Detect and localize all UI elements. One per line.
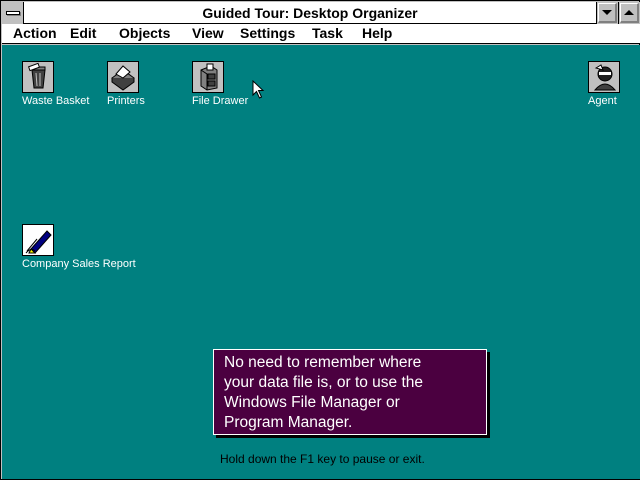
- tour-message-line: Windows File Manager or: [224, 394, 400, 411]
- menu-bar: Action Edit Objects View Settings Task H…: [2, 24, 640, 44]
- maximize-arrow-icon: [624, 10, 634, 15]
- minimize-arrow-icon: [602, 10, 612, 15]
- document-pen-icon: [22, 224, 54, 256]
- menu-action[interactable]: Action: [13, 24, 57, 43]
- menu-view[interactable]: View: [192, 24, 224, 43]
- tour-message-line: Program Manager.: [224, 414, 353, 431]
- agent-icon: [588, 61, 620, 93]
- minimize-button[interactable]: [596, 2, 618, 24]
- icon-label: Agent: [588, 95, 617, 107]
- menu-objects[interactable]: Objects: [119, 24, 170, 43]
- title-bar[interactable]: Guided Tour: Desktop Organizer: [2, 2, 640, 24]
- tour-message-line: your data file is, or to use the: [224, 374, 424, 391]
- desktop-area[interactable]: Waste Basket Printers File Drawer Agent …: [2, 45, 640, 479]
- system-menu-icon: [6, 11, 20, 15]
- icon-label: File Drawer: [192, 95, 249, 107]
- waste-basket-icon: [22, 61, 54, 93]
- icon-label: Waste Basket: [22, 95, 90, 107]
- icon-label: Company Sales Report: [22, 258, 136, 270]
- menu-help[interactable]: Help: [362, 24, 392, 43]
- tour-hint: Hold down the F1 key to pause or exit.: [220, 452, 425, 466]
- window-title: Guided Tour: Desktop Organizer: [202, 5, 418, 21]
- mouse-cursor-icon: [252, 80, 265, 99]
- system-menu-button[interactable]: [2, 2, 24, 24]
- maximize-button[interactable]: [618, 2, 640, 24]
- file-drawer-icon: [192, 61, 224, 93]
- menu-task[interactable]: Task: [312, 24, 343, 43]
- tour-message-box: No need to remember where your data file…: [213, 349, 487, 435]
- menu-edit[interactable]: Edit: [70, 24, 96, 43]
- printer-icon: [107, 61, 139, 93]
- tour-message-line: No need to remember where: [224, 354, 422, 371]
- app-window: Guided Tour: Desktop Organizer Action Ed…: [0, 0, 640, 480]
- icon-label: Printers: [107, 95, 145, 107]
- menu-settings[interactable]: Settings: [240, 24, 295, 43]
